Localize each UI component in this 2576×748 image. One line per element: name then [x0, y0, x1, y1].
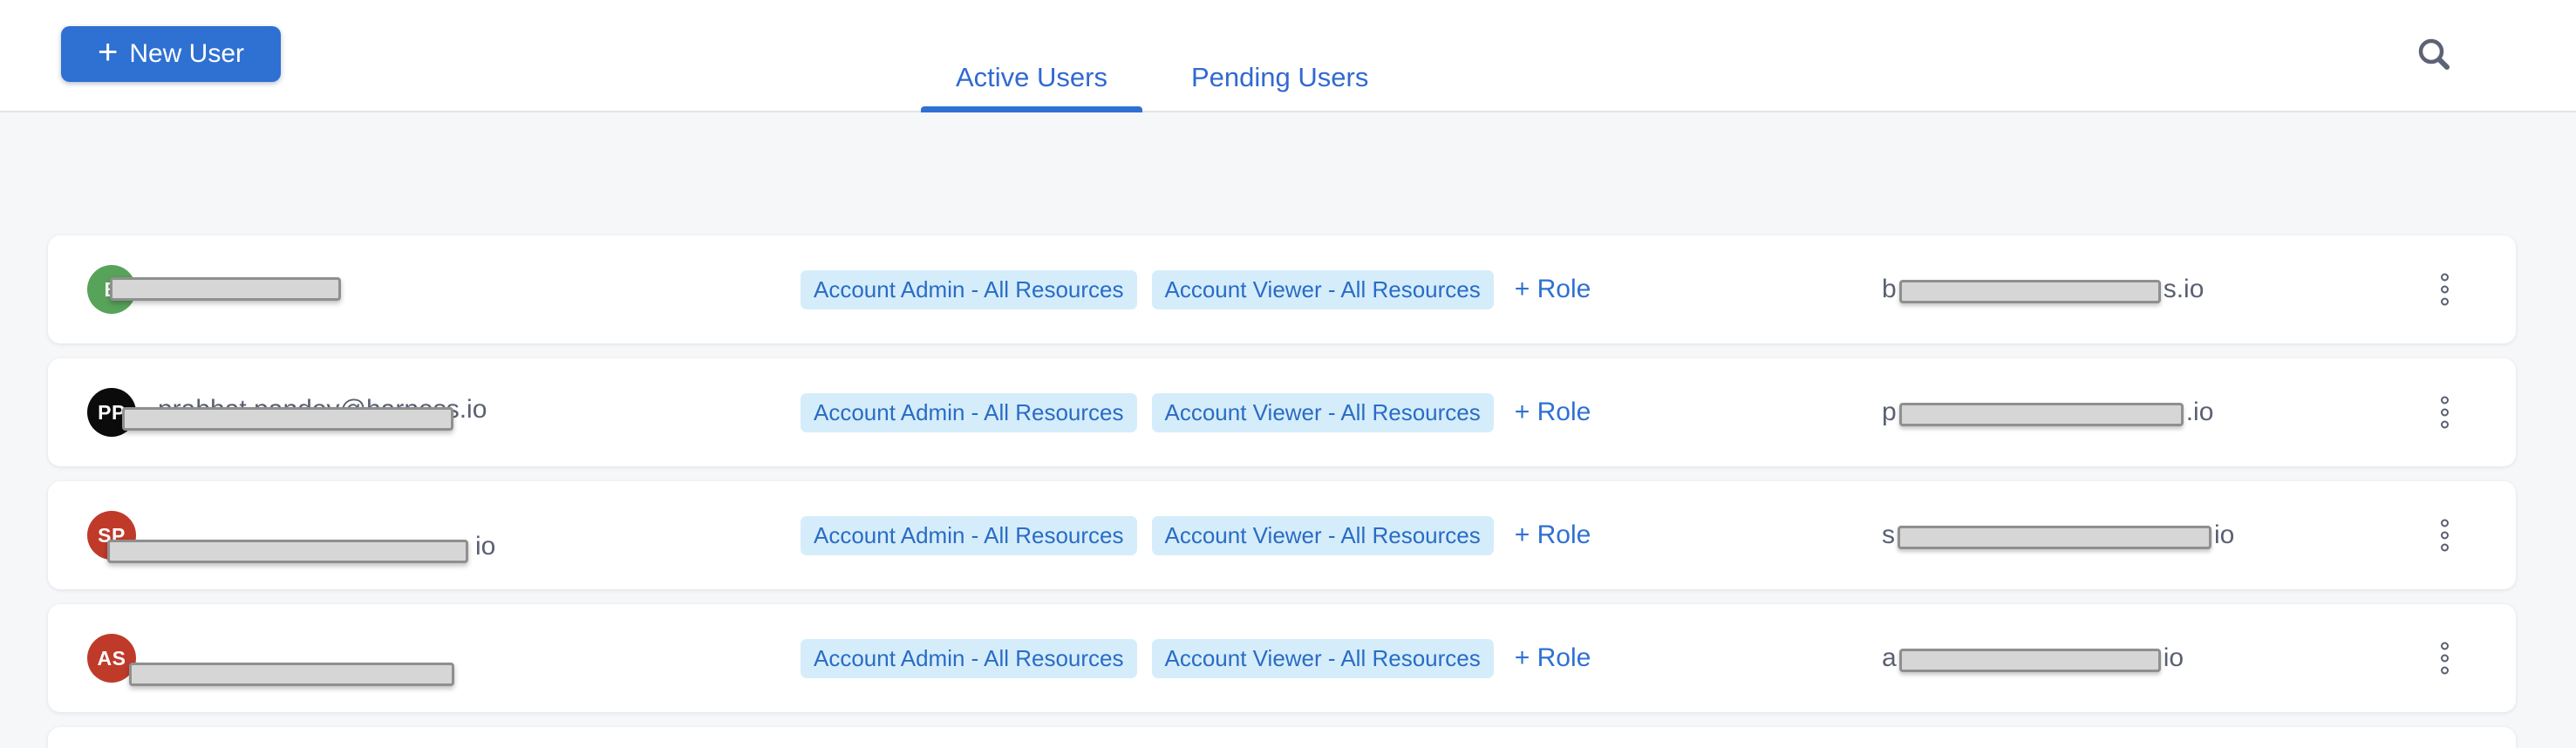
email-prefix: b [1882, 275, 1897, 304]
tab-bar: Active Users Pending Users [921, 0, 1403, 112]
row-menu-button[interactable] [2434, 267, 2456, 313]
kebab-dot-icon [2441, 544, 2449, 552]
email-suffix: .io [2186, 398, 2214, 427]
new-user-button[interactable]: + New User [61, 26, 281, 82]
row-menu-button[interactable] [2434, 390, 2456, 436]
email-suffix: s.io [2164, 275, 2205, 304]
kebab-dot-icon [2441, 397, 2449, 405]
redaction-overlay [122, 407, 453, 431]
tab-pending-users[interactable]: Pending Users [1156, 62, 1403, 112]
user-row: B Account Admin - All Resources Account … [48, 235, 2516, 343]
email-cell: b s.io [1882, 235, 2204, 343]
new-user-button-label: New User [129, 39, 244, 69]
redaction-overlay [1899, 403, 2184, 426]
kebab-dot-icon [2441, 421, 2449, 429]
email-suffix: io [2164, 643, 2184, 673]
role-badge[interactable]: Account Viewer - All Resources [1152, 516, 1494, 555]
role-badge[interactable]: Account Viewer - All Resources [1152, 270, 1494, 309]
search-button[interactable] [2410, 31, 2456, 77]
email-cell: s io [1882, 481, 2234, 589]
email-cell: p .io [1882, 358, 2213, 466]
role-binding-cell: Account Admin - All Resources Account Vi… [801, 358, 1591, 466]
add-role-link[interactable]: + Role [1515, 398, 1591, 427]
email-prefix: s [1882, 520, 1895, 550]
email-suffix: io [2214, 520, 2234, 550]
user-row: SP io Account Admin - All Resources Acco… [48, 481, 2516, 589]
role-badge[interactable]: Account Viewer - All Resources [1152, 639, 1494, 678]
row-menu-button[interactable] [2434, 513, 2456, 559]
email-prefix: p [1882, 398, 1897, 427]
user-name: io [475, 532, 495, 561]
kebab-dot-icon [2441, 643, 2449, 650]
kebab-dot-icon [2441, 409, 2449, 417]
kebab-dot-icon [2441, 286, 2449, 294]
role-binding-cell: Account Admin - All Resources Account Vi… [801, 481, 1591, 589]
add-role-link[interactable]: + Role [1515, 643, 1591, 673]
plus-icon: + [98, 35, 118, 70]
top-toolbar: + New User Active Users Pending Users [0, 0, 2576, 112]
users-table: Users Role Binding (Role - Resource Grou… [0, 235, 2576, 748]
role-binding-cell: Account Admin - All Resources Account Vi… [801, 235, 1591, 343]
redaction-overlay [110, 277, 341, 301]
role-badge[interactable]: Account Admin - All Resources [801, 393, 1137, 432]
kebab-dot-icon [2441, 667, 2449, 675]
user-row-partial [48, 727, 2516, 748]
redaction-overlay [1898, 526, 2211, 549]
kebab-dot-icon [2441, 520, 2449, 527]
role-binding-cell: Account Admin - All Resources Account Vi… [801, 604, 1591, 712]
row-menu-button[interactable] [2434, 636, 2456, 682]
role-badge[interactable]: Account Admin - All Resources [801, 270, 1137, 309]
redaction-overlay [107, 540, 468, 563]
redaction-overlay [129, 663, 454, 686]
add-role-link[interactable]: + Role [1515, 275, 1591, 304]
redaction-overlay [1899, 280, 2161, 303]
email-prefix: a [1882, 643, 1897, 673]
kebab-dot-icon [2441, 298, 2449, 306]
email-cell: a io [1882, 604, 2184, 712]
tab-active-users[interactable]: Active Users [921, 62, 1142, 112]
kebab-dot-icon [2441, 532, 2449, 540]
role-badge[interactable]: Account Viewer - All Resources [1152, 393, 1494, 432]
kebab-dot-icon [2441, 274, 2449, 282]
kebab-dot-icon [2441, 655, 2449, 663]
user-row: AS Account Admin - All Resources Account… [48, 604, 2516, 712]
add-role-link[interactable]: + Role [1515, 520, 1591, 550]
redaction-overlay [1899, 649, 2161, 672]
role-badge[interactable]: Account Admin - All Resources [801, 639, 1137, 678]
user-row: PP prabhat.pandey@harness.io Account Adm… [48, 358, 2516, 466]
search-icon [2410, 31, 2456, 77]
role-badge[interactable]: Account Admin - All Resources [801, 516, 1137, 555]
